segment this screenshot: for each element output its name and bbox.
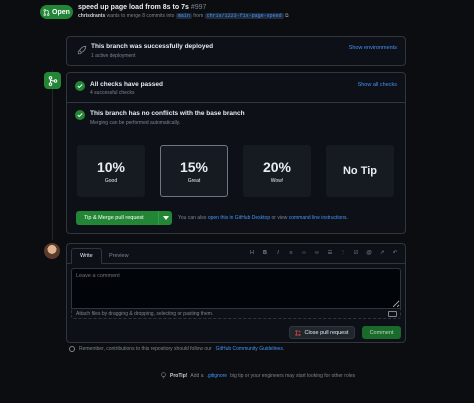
merge-note-mid: or view — [271, 215, 288, 221]
protip: ProTip! Add a .gitignore big tip or your… — [160, 372, 355, 379]
community-guidelines-link[interactable]: GitHub Community Guidelines. — [216, 346, 285, 352]
status-badge-open: Open — [40, 5, 73, 19]
open-desktop-link[interactable]: open this in GitHub Desktop — [208, 215, 270, 221]
tab-write[interactable]: Write — [71, 248, 102, 264]
pr-merge-text: wants to merge 8 commits into — [106, 13, 175, 19]
deployment-subtitle: 1 active deployment — [91, 53, 136, 59]
tip-label: Wow! — [270, 177, 284, 184]
checks-subtitle: 4 successful checks — [90, 90, 135, 96]
mention-icon[interactable]: @ — [365, 250, 373, 256]
protip-label: ProTip! — [170, 372, 188, 379]
tip-label: Good — [104, 177, 118, 184]
numbered-list-icon[interactable]: ⋮ — [339, 250, 347, 256]
head-branch[interactable]: chris/1223-fix-page-speed — [204, 13, 284, 19]
merge-panel: All checks have passed 4 successful chec… — [66, 72, 406, 234]
contribution-note-text: Remember, contributions to this reposito… — [79, 346, 212, 352]
tip-label: Great — [187, 177, 201, 184]
conflicts-title: This branch has no conflicts with the ba… — [90, 110, 245, 117]
no-conflicts-icon — [75, 110, 85, 120]
close-pull-request-label: Close pull request — [304, 329, 349, 336]
attach-files-bar[interactable]: Attach files by dragging & dropping, sel… — [71, 308, 401, 319]
protip-link[interactable]: .gitignore — [207, 373, 228, 379]
pr-title: speed up page load from 8s to 7s #997 — [78, 4, 206, 11]
tip-percent: No Tip — [342, 165, 377, 177]
protip-prefix: Add a — [190, 372, 204, 379]
tip-option-none[interactable]: No Tip — [326, 145, 394, 197]
pr-from-text: from — [193, 13, 204, 19]
divider — [67, 102, 405, 103]
comment-tabs: Write Preview H B I ≡ ‹› ∞ ☰ ⋮ ☑ @ ↗ ↶ — [67, 244, 405, 264]
conflicts-subtitle: Merging can be performed automatically. — [90, 120, 181, 126]
quote-icon[interactable]: ≡ — [287, 250, 295, 256]
merge-icon — [44, 72, 61, 89]
chevron-down-icon — [162, 216, 169, 220]
avatar[interactable] — [44, 243, 60, 259]
reference-icon[interactable]: ↗ — [378, 250, 386, 256]
merge-note-prefix: You can also — [178, 215, 207, 221]
protip-suffix: big tip or your engineers may start look… — [230, 372, 356, 379]
pr-author[interactable]: chrisdrants — [78, 13, 105, 19]
task-list-icon[interactable]: ☑ — [352, 250, 360, 256]
tip-merge-button[interactable]: Tip & Merge pull request — [76, 211, 172, 225]
comment-panel: Write Preview H B I ≡ ‹› ∞ ☰ ⋮ ☑ @ ↗ ↶ A… — [66, 243, 406, 343]
base-branch[interactable]: main — [175, 13, 192, 19]
tip-merge-label: Tip & Merge pull request — [84, 215, 144, 221]
markdown-toolbar: H B I ≡ ‹› ∞ ☰ ⋮ ☑ @ ↗ ↶ — [248, 250, 399, 256]
markdown-icon — [388, 311, 397, 317]
pr-number: #997 — [190, 4, 207, 11]
pr-subtitle: chrisdrants wants to merge 8 commits int… — [78, 13, 289, 19]
heading-icon[interactable]: H — [248, 250, 256, 256]
timeline-line — [52, 70, 53, 240]
status-label: Open — [52, 8, 70, 16]
tip-percent: 10% — [96, 158, 126, 175]
deployment-title: This branch was successfully deployed — [91, 43, 214, 50]
checks-title: All checks have passed — [90, 81, 163, 88]
pr-title-text: speed up page load from 8s to 7s — [78, 4, 189, 11]
show-environments-link[interactable]: Show environments — [349, 45, 397, 51]
pull-request-icon — [43, 8, 50, 16]
tip-option-20[interactable]: 20% Wow! — [243, 145, 311, 197]
tip-percent: 15% — [179, 158, 209, 175]
merge-options-dropdown[interactable] — [158, 211, 172, 225]
merge-note: You can also open this in GitHub Desktop… — [178, 215, 348, 221]
lightbulb-icon — [161, 372, 166, 379]
tab-preview[interactable]: Preview — [101, 248, 137, 264]
command-line-link[interactable]: command line instructions. — [289, 215, 348, 221]
comment-textarea[interactable] — [71, 268, 401, 308]
undo-icon[interactable]: ↶ — [391, 250, 399, 256]
tip-option-10[interactable]: 10% Good — [77, 145, 145, 197]
deployment-panel: This branch was successfully deployed 1 … — [66, 36, 406, 66]
close-pull-request-button[interactable]: Close pull request — [289, 326, 355, 339]
show-all-checks-link[interactable]: Show all checks — [358, 82, 397, 88]
copy-icon[interactable]: ⧉ — [285, 13, 289, 19]
italic-icon[interactable]: I — [274, 250, 282, 256]
info-icon — [69, 346, 75, 352]
tip-percent: 20% — [262, 158, 292, 175]
checks-passed-icon — [75, 81, 85, 91]
attach-files-text: Attach files by dragging & dropping, sel… — [76, 311, 214, 317]
link-icon[interactable]: ∞ — [313, 250, 321, 256]
tip-option-15[interactable]: 15% Great — [160, 145, 228, 197]
bold-icon[interactable]: B — [261, 250, 269, 256]
comment-button[interactable]: Comment — [362, 326, 401, 339]
list-icon[interactable]: ☰ — [326, 250, 334, 256]
rocket-icon — [77, 45, 87, 55]
contribution-note: Remember, contributions to this reposito… — [69, 346, 284, 352]
close-pr-icon — [295, 329, 302, 336]
code-icon[interactable]: ‹› — [300, 250, 308, 256]
